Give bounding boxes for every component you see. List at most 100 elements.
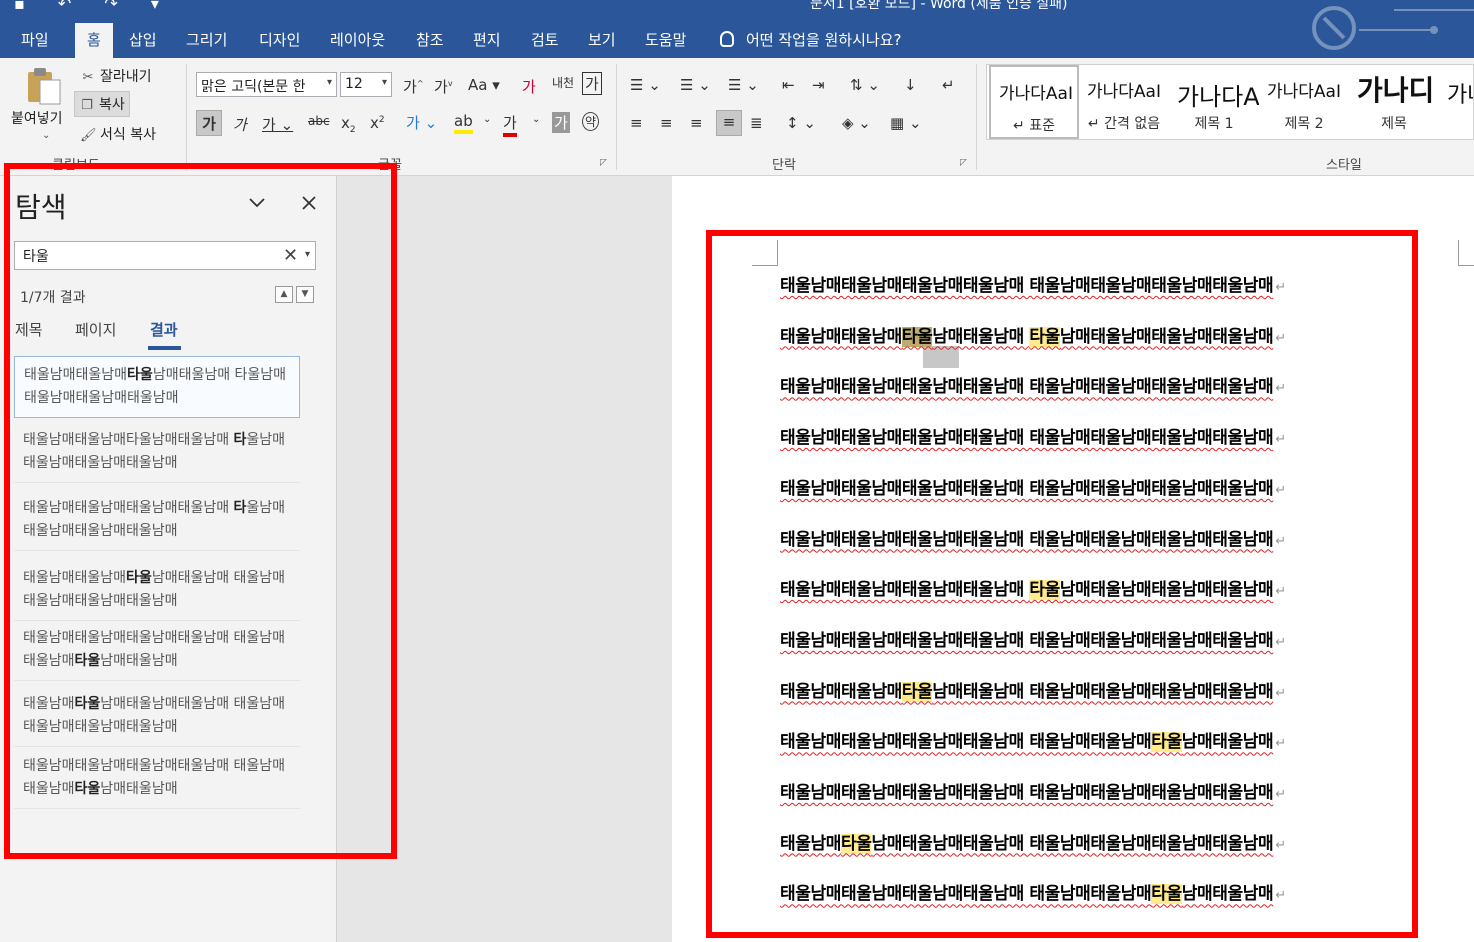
- italic-button[interactable]: 가: [233, 114, 247, 135]
- text-effects-icon[interactable]: 가 ⌄: [406, 112, 437, 133]
- document-line[interactable]: 태울남매태울남매태울남매태울남매 태울남매태울남매태울남매태울남매 ↵: [780, 778, 1286, 803]
- search-result-item[interactable]: 태울남매태울남매태울남매태울남매 태울남매태울남매타울남매태울남매: [14, 748, 300, 809]
- enclose-characters-icon[interactable]: 약: [582, 112, 600, 131]
- clear-formatting-icon[interactable]: 가: [522, 76, 536, 97]
- show-formatting-icon[interactable]: ↵: [942, 76, 955, 94]
- phonetic-guide-icon[interactable]: 내천: [552, 74, 574, 91]
- clear-search-icon[interactable]: ✕: [283, 245, 298, 266]
- quick-access-toolbar[interactable]: ▪ ↶ ↷ ▾: [14, 0, 173, 13]
- tab-5[interactable]: 레이아웃: [330, 29, 385, 50]
- tab-6[interactable]: 참조: [416, 29, 444, 50]
- subscript-button[interactable]: x2: [341, 114, 356, 135]
- asian-layout-icon[interactable]: ⇅ ⌄: [850, 76, 880, 94]
- tab-1[interactable]: 홈: [75, 23, 113, 58]
- search-input[interactable]: [15, 242, 277, 269]
- chevron-down-icon[interactable]: [248, 194, 266, 212]
- document-line[interactable]: 태울남매태울남매태울남매태울남매 태울남매태울남매태울남매태울남매 ↵: [780, 474, 1286, 499]
- shading-icon[interactable]: ◈ ⌄: [842, 114, 871, 132]
- increase-indent-icon[interactable]: ⇥: [812, 76, 825, 94]
- bold-button[interactable]: 가: [196, 110, 222, 136]
- style-item[interactable]: 가나디 제목: [1349, 65, 1439, 139]
- document-line[interactable]: 태울남매태울남매태울남매태울남매 태울남매태울남매타울남매태울남매 ↵: [780, 879, 1286, 905]
- tab-7[interactable]: 편지: [473, 29, 501, 50]
- align-left-icon[interactable]: ≡: [630, 114, 643, 132]
- style-item[interactable]: 가나부: [1439, 65, 1473, 139]
- decrease-indent-icon[interactable]: ⇤: [782, 76, 795, 94]
- previous-result-button[interactable]: ▲: [275, 286, 293, 303]
- tab-0[interactable]: 파일: [21, 29, 49, 50]
- paste-button[interactable]: 붙여넣기: [11, 108, 63, 128]
- font-color-icon[interactable]: 가: [503, 112, 517, 137]
- character-shading-icon[interactable]: 가: [552, 112, 570, 133]
- sort-icon[interactable]: ↓: [904, 76, 917, 94]
- paste-icon[interactable]: [26, 66, 62, 106]
- style-item[interactable]: 가나다AaI ↵ 간격 없음: [1079, 65, 1169, 139]
- nav-tab-results[interactable]: 결과: [150, 319, 178, 340]
- search-result-item[interactable]: 태울남매타울남매태울남매태울남매 태울남매태울남매태울남매태울남매: [14, 686, 300, 747]
- align-center-icon[interactable]: ≡: [660, 114, 673, 132]
- ribbon-background-pattern: [1312, 6, 1474, 50]
- group-separator: [186, 64, 187, 170]
- document-line[interactable]: 태울남매태울남매태울남매태울남매 태울남매태울남매태울남매태울남매 ↵: [780, 423, 1286, 448]
- superscript-button[interactable]: x2: [370, 114, 385, 132]
- tab-4[interactable]: 디자인: [259, 29, 300, 50]
- style-item[interactable]: 가나다AaI ↵ 표준: [989, 65, 1079, 139]
- search-options-chevron-icon[interactable]: ▾: [305, 249, 310, 260]
- search-result-item[interactable]: 태울남매태울남매타울남매태울남매 태울남매태울남매태울남매태울남매: [14, 560, 300, 621]
- copy-button[interactable]: ❐ 복사: [74, 91, 130, 117]
- style-item[interactable]: 가나다A 제목 1: [1169, 65, 1259, 139]
- underline-button[interactable]: 가 ⌄: [262, 114, 293, 135]
- document-line[interactable]: 태울남매태울남매태울남매태울남매 태울남매태울남매타울남매태울남매 ↵: [780, 727, 1286, 753]
- align-right-icon[interactable]: ≡: [690, 114, 703, 132]
- nav-tab-pages[interactable]: 페이지: [75, 319, 116, 340]
- document-line[interactable]: 태울남매태울남매태울남매태울남매 태울남매태울남매태울남매태울남매 ↵: [780, 626, 1286, 651]
- tab-3[interactable]: 그리기: [186, 29, 227, 50]
- bullets-icon[interactable]: ☰ ⌄: [630, 76, 661, 94]
- character-border-icon[interactable]: 가: [582, 72, 602, 95]
- style-name: ↵ 표준: [1013, 118, 1055, 134]
- document-line[interactable]: 태울남매태울남매태울남매태울남매 타울남매태울남매태울남매태울남매 ↵: [780, 575, 1286, 601]
- ribbon-home: 붙여넣기 ⌄ ✂ 잘라내기 ❐ 복사 🖌 서식 복사 클립보드 맑은 고딕(본문 한 ▾…: [0, 58, 1474, 176]
- strikethrough-button[interactable]: abc: [308, 114, 330, 128]
- justify-icon[interactable]: ≡: [716, 110, 742, 136]
- paragraph-dialog-launcher-icon[interactable]: ◸: [960, 158, 967, 168]
- font-size-combo[interactable]: 12 ▾: [340, 72, 392, 97]
- search-result-item[interactable]: 태울남매태울남매타울남매태울남매 타울남매태울남매태울남매태울남매: [14, 356, 300, 418]
- paragraph-mark-icon: ↵: [1275, 280, 1286, 295]
- borders-icon[interactable]: ▦ ⌄: [890, 114, 922, 132]
- chevron-down-icon[interactable]: ⌄: [532, 114, 540, 125]
- tab-10[interactable]: 도움말: [645, 29, 686, 50]
- search-result-item[interactable]: 태울남매태울남매타울남매태울남매 타울남매태울남매태울남매태울남매: [14, 422, 300, 483]
- change-case-button[interactable]: Aa ▾: [468, 76, 500, 94]
- document-line[interactable]: 태울남매태울남매태울남매태울남매 태울남매태울남매태울남매태울남매 ↵: [780, 271, 1286, 296]
- document-line[interactable]: 태울남매태울남매태울남매태울남매 태울남매태울남매태울남매태울남매 ↵: [780, 525, 1286, 550]
- search-result-item[interactable]: 태울남매태울남매태울남매태울남매 태울남매태울남매타울남매태울남매: [14, 620, 300, 681]
- cut-button[interactable]: ✂ 잘라내기: [76, 64, 156, 88]
- chevron-down-icon[interactable]: ⌄: [483, 114, 491, 125]
- tab-2[interactable]: 삽입: [129, 29, 157, 50]
- distributed-icon[interactable]: ≣: [750, 114, 763, 132]
- document-line[interactable]: 태울남매태울남매태울남매태울남매 태울남매태울남매태울남매태울남매 ↵: [780, 372, 1286, 397]
- tab-8[interactable]: 검토: [531, 29, 559, 50]
- numbering-icon[interactable]: ☰ ⌄: [680, 76, 711, 94]
- close-icon[interactable]: [300, 194, 318, 212]
- grow-font-button[interactable]: 가^: [403, 76, 424, 97]
- nav-tab-headings[interactable]: 제목: [15, 319, 43, 340]
- next-result-button[interactable]: ▼: [296, 286, 314, 303]
- document-line[interactable]: 태울남매타울남매태울남매태울남매 태울남매태울남매태울남매태울남매 ↵: [780, 829, 1286, 854]
- document-line[interactable]: 태울남매태울남매타울남매태울남매 타울남매태울남매태울남매태울남매 ↵: [780, 322, 1286, 347]
- paste-label: 붙여넣기: [11, 111, 63, 127]
- tab-9[interactable]: 보기: [588, 29, 616, 50]
- search-result-item[interactable]: 태울남매태울남매태울남매태울남매 타울남매태울남매태울남매태울남매: [14, 490, 300, 551]
- highlight-color-icon[interactable]: ab: [454, 112, 473, 134]
- document-line[interactable]: 태울남매태울남매타울남매태울남매 태울남매태울남매태울남매태울남매 ↵: [780, 677, 1286, 702]
- tell-me-box[interactable]: 어떤 작업을 원하시나요?: [720, 29, 902, 50]
- format-painter-button[interactable]: 🖌 서식 복사: [76, 122, 160, 146]
- shrink-font-button[interactable]: 가v: [434, 76, 453, 97]
- font-dialog-launcher-icon[interactable]: ◸: [600, 158, 607, 168]
- font-name-combo[interactable]: 맑은 고딕(본문 한 ▾: [196, 72, 337, 97]
- paste-dropdown-icon[interactable]: ⌄: [38, 128, 54, 143]
- style-item[interactable]: 가나다AaI 제목 2: [1259, 65, 1349, 139]
- multilevel-list-icon[interactable]: ☰ ⌄: [728, 76, 759, 94]
- line-spacing-icon[interactable]: ↕ ⌄: [786, 114, 816, 132]
